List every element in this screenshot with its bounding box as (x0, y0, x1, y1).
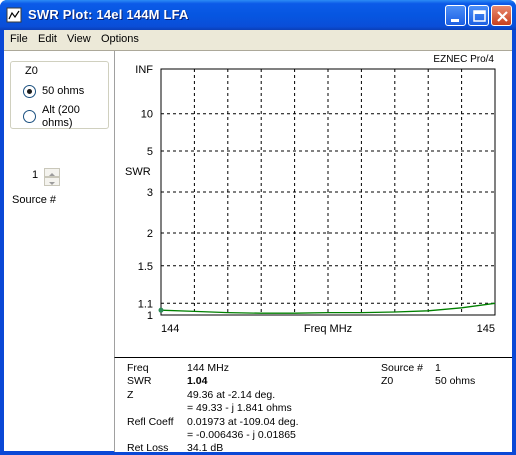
x-tick-start: 144 (161, 323, 179, 335)
minimize-button[interactable] (445, 5, 466, 26)
z0-50-label[interactable]: 50 ohms (42, 85, 84, 98)
y-tick-label: 10 (141, 109, 153, 121)
menu-file[interactable]: File (10, 33, 28, 45)
y-tick-label: 3 (147, 187, 153, 199)
plot-panel: EZNEC Pro/4 INF 10 5 3 2 1.5 1.1 1 SWR Freq MHz 14… (114, 51, 512, 357)
minimize-icon (451, 19, 459, 22)
y-tick-label: 5 (147, 146, 153, 158)
source-readout-value: 1 (435, 362, 441, 374)
swr-label: SWR (127, 375, 152, 387)
x-axis-label: Freq MHz (304, 323, 352, 335)
x-tick-end: 145 (477, 323, 495, 335)
freq-label: Freq (127, 362, 149, 374)
spin-down-button[interactable] (44, 177, 60, 186)
maximize-icon (473, 10, 486, 22)
y-tick-label: 1 (147, 310, 153, 322)
retloss-value: 34.1 dB (187, 442, 224, 454)
swr-value: 1.04 (187, 375, 208, 387)
app-icon (6, 7, 22, 23)
z-value-polar: 49.36 at -2.14 deg. (187, 389, 276, 401)
source-spinner[interactable] (44, 168, 60, 186)
down-arrow-icon (49, 182, 55, 185)
freq-value: 144 MHz (187, 362, 230, 374)
menu-bar: File Edit View Options (4, 30, 512, 50)
title-bar[interactable]: SWR Plot: 14el 144M LFA (0, 0, 516, 30)
refl-value-rect: = -0.006436 - j 0.01865 (187, 429, 296, 441)
y-tick-label: 2 (147, 228, 153, 240)
z0-alt-radio[interactable] (23, 110, 36, 123)
retloss-label: Ret Loss (127, 442, 169, 454)
spin-up-button[interactable] (44, 168, 60, 177)
main-content: Z0 50 ohms Alt (200 ohms) 1 Source # EZN… (4, 50, 512, 454)
refl-value-polar: 0.01973 at -109.04 deg. (187, 416, 299, 428)
menu-view[interactable]: View (67, 33, 91, 45)
close-button[interactable] (491, 5, 512, 26)
z0-group: Z0 50 ohms Alt (200 ohms) (10, 61, 109, 129)
z-label: Z (127, 389, 134, 401)
z0-alt-label[interactable]: Alt (200 ohms) (42, 104, 102, 130)
z-value-rect: = 49.33 - j 1.841 ohms (187, 402, 292, 414)
menu-options[interactable]: Options (101, 33, 139, 45)
freq-marker (158, 307, 164, 313)
y-tick-label: INF (135, 64, 153, 76)
menu-edit[interactable]: Edit (38, 33, 57, 45)
swr-chart: INF 10 5 3 2 1.5 1.11 SWR Freq MHz 144 145 (125, 64, 496, 335)
swr-plot-window: SWR Plot: 14el 144M LFA File Edit View O… (0, 0, 516, 455)
radio-selected-dot (27, 89, 32, 94)
y-axis-label: SWR (125, 166, 151, 178)
close-icon (497, 11, 508, 22)
y-tick-label: 1.1 (138, 298, 153, 310)
z0-legend: Z0 (23, 65, 40, 77)
window-title: SWR Plot: 14el 144M LFA (28, 7, 189, 22)
readout-panel: Freq 144 MHz SWR 1.04 Z 49.36 at -2.14 d… (114, 357, 512, 454)
source-readout-label: Source # (381, 362, 424, 374)
z0-readout-label: Z0 (381, 375, 394, 387)
maximize-button[interactable] (468, 5, 489, 26)
z0-readout-value: 50 ohms (435, 375, 476, 387)
z0-50-radio[interactable] (23, 85, 36, 98)
refl-label: Refl Coeff (127, 416, 174, 428)
source-number-value[interactable]: 1 (32, 169, 38, 181)
source-label: Source # (12, 194, 57, 206)
client-area: File Edit View Options Z0 50 ohms Alt (2… (4, 30, 512, 454)
y-tick-label: 1.5 (138, 261, 153, 273)
